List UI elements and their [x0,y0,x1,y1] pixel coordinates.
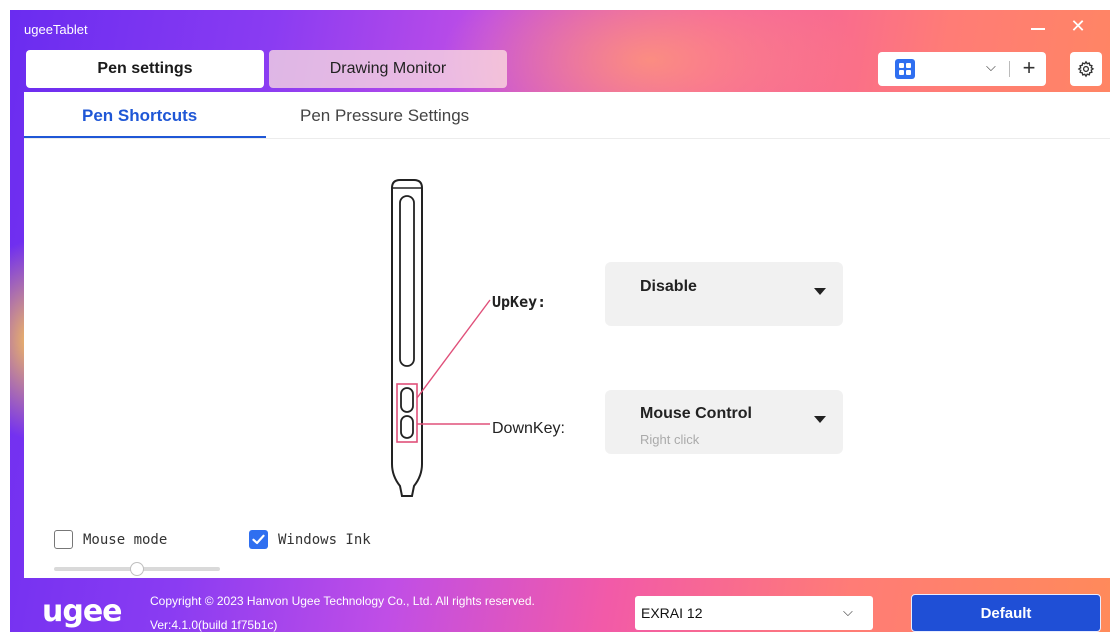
copyright-text: Copyright © 2023 Hanvon Ugee Technology … [150,594,535,608]
version-text: Ver:4.1.0(build 1f75b1c) [150,618,278,632]
chevron-down-icon: ⌵ [843,604,853,619]
checkmark-icon [252,534,265,545]
downkey-value: Mouse Control [640,405,752,422]
tab-drawing-monitor[interactable]: Drawing Monitor [269,50,507,88]
add-device-button[interactable]: + [1016,54,1042,82]
downkey-dropdown[interactable]: Mouse Control Right click [605,390,843,454]
main-content: Pen Shortcuts Pen Pressure Settings UpKe… [24,92,1110,578]
chevron-down-icon[interactable]: ⌵ [986,59,996,75]
mouse-mode-label: Mouse mode [83,531,168,548]
mouse-mode-checkbox[interactable] [54,530,73,549]
upkey-value: Disable [640,278,697,295]
downkey-subvalue: Right click [640,432,700,447]
divider [24,138,1110,139]
model-select[interactable]: EXRAI 12 ⌵ [635,596,873,630]
close-button[interactable]: ✕ [1066,14,1090,38]
windows-ink-label: Windows Ink [278,531,371,548]
model-value: EXRAI 12 [641,605,703,621]
window-title: ugeeTablet [24,22,88,37]
pen-illustration [391,179,491,497]
default-button[interactable]: Default [911,594,1101,632]
footer: ugee Copyright © 2023 Hanvon Ugee Techno… [10,578,1110,632]
downkey-label: DownKey: [492,420,565,437]
minimize-button[interactable] [1026,16,1050,40]
caret-down-icon [814,288,826,295]
windows-ink-option[interactable]: Windows Ink [249,530,371,549]
active-tab-indicator [24,136,266,138]
divider [1009,61,1010,77]
subtab-pen-shortcuts[interactable]: Pen Shortcuts [82,106,197,126]
mouse-speed-slider[interactable] [54,562,220,576]
grid-icon[interactable] [895,59,915,79]
app-window: ugeeTablet ✕ Pen settings Drawing Monito… [10,10,1110,632]
device-selector[interactable]: ⌵ + [878,52,1046,86]
caret-down-icon [814,416,826,423]
gear-icon [1077,60,1095,78]
slider-thumb[interactable] [130,562,144,576]
windows-ink-checkbox[interactable] [249,530,268,549]
tab-pen-settings[interactable]: Pen settings [26,50,264,88]
ugee-logo: ugee [42,594,123,629]
subtab-pen-pressure-settings[interactable]: Pen Pressure Settings [300,106,469,126]
upkey-label: UpKey: [492,293,547,311]
upkey-dropdown[interactable]: Disable [605,262,843,326]
mouse-mode-option[interactable]: Mouse mode [54,530,167,549]
settings-button[interactable] [1070,52,1102,86]
